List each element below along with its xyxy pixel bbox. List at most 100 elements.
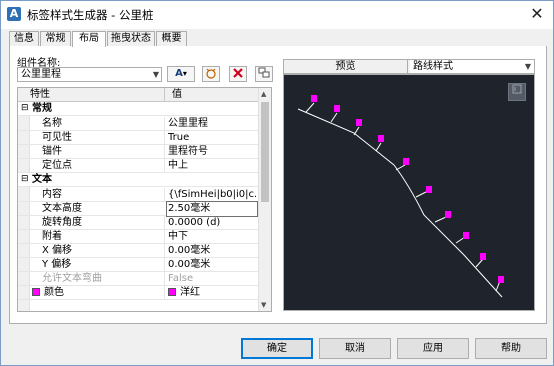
row-label: 允许文本弯曲 (42, 273, 102, 284)
row-anchor-component[interactable]: 锚件 里程符号 (18, 145, 258, 159)
category-general[interactable]: ⊟ 常规 (18, 102, 258, 116)
row-separator (164, 117, 165, 131)
help-button[interactable]: 帮助 (475, 338, 547, 359)
row-label: 文本高度 (42, 203, 82, 214)
row-anchor-point[interactable]: 定位点 中上 (18, 159, 258, 173)
row-label: 名称 (42, 118, 62, 129)
collapse-icon: ⊟ (21, 174, 29, 184)
color-value-text: 洋红 (180, 287, 200, 298)
component-name-value: 公里里程 (21, 69, 61, 80)
station-marker (415, 186, 432, 198)
color-swatch-icon (168, 288, 176, 296)
text-component-icon: A (175, 68, 183, 79)
cancel-button[interactable]: 取消 (319, 338, 391, 359)
row-x-offset[interactable]: X 偏移 0.00毫米 (18, 244, 258, 258)
alignment-preview-drawing (297, 95, 504, 298)
category-text[interactable]: ⊟ 文本 (18, 173, 258, 187)
row-value: 2.50毫米 (168, 203, 211, 214)
station-marker (375, 135, 384, 152)
delete-component-button[interactable] (229, 66, 247, 82)
row-separator (164, 230, 165, 244)
draw-order-icon (258, 67, 270, 78)
dialog-window: A 标签样式生成器 - 公里桩 ✕ 信息 常规 布局 拖曳状态 概要 组件名称:… (0, 0, 554, 366)
row-separator (164, 286, 165, 300)
row-value: 0.00毫米 (168, 245, 211, 256)
station-marker (330, 105, 340, 123)
row-label: 可见性 (42, 132, 72, 143)
chevron-down-icon: ▼ (524, 62, 531, 71)
ok-button[interactable]: 确定 (241, 338, 313, 359)
row-label: 锚件 (42, 146, 62, 157)
chevron-down-icon: ▼ (152, 70, 159, 79)
component-order-button[interactable] (255, 66, 273, 82)
row-label: 内容 (42, 189, 62, 200)
row-allow-curved-text: 允许文本弯曲 False (18, 272, 258, 286)
row-value: {\fSimHei|b0|i0|c... (168, 189, 256, 200)
preview-header: 预览 路线样式 ▼ (283, 59, 535, 74)
row-label: 颜色 (32, 286, 154, 299)
header-separator (164, 88, 165, 102)
scroll-down-icon[interactable]: ▼ (261, 301, 266, 309)
station-marker (475, 253, 486, 268)
row-value: 里程符号 (168, 146, 208, 157)
row-value: 0.00毫米 (168, 259, 211, 270)
row-separator (164, 216, 165, 230)
tab-layout[interactable]: 布局 (72, 31, 106, 47)
row-y-offset[interactable]: Y 偏移 0.00毫米 (18, 258, 258, 272)
row-value: False (168, 273, 194, 284)
scroll-up-icon[interactable]: ▲ (261, 90, 266, 98)
app-logo-icon: A (7, 7, 21, 21)
property-grid: 特性 值 ⊟ 常规 名称 公里里程 可见性 True 锚件 里程符号 定位点 中… (17, 87, 272, 312)
row-label: 旋转角度 (42, 217, 82, 228)
row-value: 中上 (168, 160, 188, 171)
create-text-component-button[interactable]: A▾ (167, 66, 195, 82)
color-label-text: 颜色 (44, 287, 64, 298)
row-name[interactable]: 名称 公里里程 (18, 117, 258, 131)
preview-label: 预览 (284, 60, 408, 73)
row-separator (164, 131, 165, 145)
component-edit-icon (206, 68, 216, 79)
row-value: True (168, 132, 190, 143)
row-label: 附着 (42, 231, 62, 242)
grid-scrollbar[interactable]: ▲ ▼ (258, 88, 271, 311)
row-separator (164, 159, 165, 173)
category-label: 常规 (32, 103, 52, 114)
row-rotation[interactable]: 旋转角度 0.0000 (d) (18, 216, 258, 230)
dropdown-arrow-icon: ▾ (182, 69, 187, 78)
station-marker (434, 211, 451, 223)
station-marker (305, 95, 317, 113)
header-property: 特性 (30, 89, 50, 100)
component-name-select[interactable]: 公里里程 ▼ (17, 67, 162, 82)
tab-drag-state[interactable]: 拖曳状态 (107, 31, 155, 46)
row-color[interactable]: 颜色 洋红 (18, 286, 258, 300)
row-value: 中下 (168, 231, 188, 242)
header-value: 值 (172, 89, 182, 100)
row-value: 0.0000 (d) (168, 217, 221, 228)
row-text-height[interactable]: 文本高度 2.50毫米 (18, 201, 258, 217)
row-visibility[interactable]: 可见性 True (18, 131, 258, 145)
tab-summary[interactable]: 概要 (156, 31, 187, 46)
collapse-icon: ⊟ (21, 103, 29, 113)
delete-red-x-icon (233, 68, 243, 78)
row-attachment[interactable]: 附着 中下 (18, 230, 258, 244)
window-title: 标签样式生成器 - 公里桩 (27, 8, 154, 22)
tab-info[interactable]: 信息 (9, 31, 39, 46)
station-marker (395, 158, 409, 171)
pan-zoom-icon (512, 84, 522, 94)
apply-button[interactable]: 应用 (397, 338, 469, 359)
preview-style-value: 路线样式 (413, 61, 453, 72)
close-button[interactable]: ✕ (527, 5, 547, 23)
preview-style-select[interactable]: 路线样式 ▼ (410, 60, 534, 73)
row-separator (164, 272, 165, 286)
row-separator (164, 258, 165, 272)
preview-canvas[interactable] (283, 74, 535, 311)
row-separator (164, 188, 165, 202)
row-value: 公里里程 (168, 118, 208, 129)
copy-component-button[interactable] (202, 66, 220, 82)
row-label: 定位点 (42, 160, 72, 171)
station-marker (455, 232, 469, 244)
preview-zoom-button[interactable] (508, 83, 526, 101)
tab-general[interactable]: 常规 (40, 31, 71, 46)
scroll-thumb[interactable] (261, 102, 269, 202)
row-contents[interactable]: 内容 {\fSimHei|b0|i0|c... (18, 188, 258, 202)
